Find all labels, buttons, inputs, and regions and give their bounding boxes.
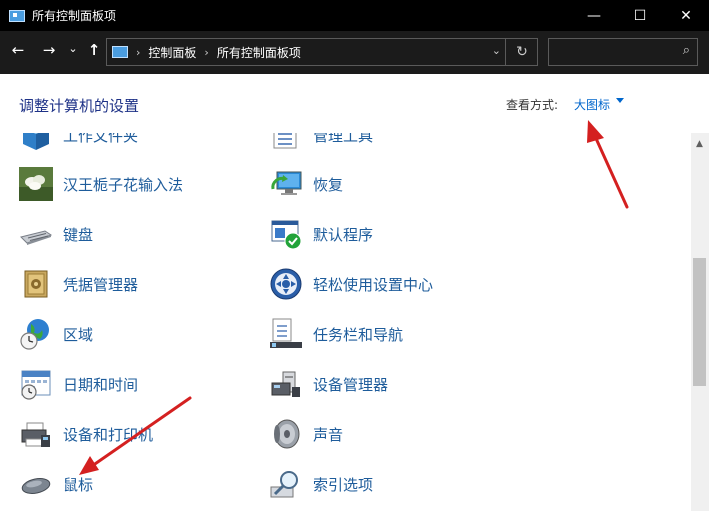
- chevron-down-icon[interactable]: ⌄: [492, 44, 501, 57]
- vertical-scrollbar[interactable]: ▲: [691, 133, 709, 511]
- close-button[interactable]: ✕: [663, 0, 709, 31]
- list-item[interactable]: 凭据管理器: [19, 266, 138, 302]
- calendar-clock-icon: [19, 367, 53, 401]
- breadcrumb-all-items[interactable]: 所有控制面板项: [217, 44, 301, 61]
- taskbar-icon: [269, 317, 303, 351]
- item-label: 工作文件夹: [63, 133, 139, 145]
- item-label: 索引选项: [313, 475, 374, 494]
- item-label: 声音: [313, 425, 344, 444]
- up-arrow-icon[interactable]: ↑: [84, 41, 104, 59]
- control-panel-icon: [9, 9, 25, 22]
- title-bar: 所有控制面板项 — ☐ ✕: [0, 0, 709, 31]
- maximize-button[interactable]: ☐: [617, 0, 663, 31]
- list-item[interactable]: 声音: [269, 416, 343, 452]
- scroll-up-icon[interactable]: ▲: [696, 139, 703, 149]
- refresh-icon[interactable]: ↻: [505, 39, 538, 65]
- recovery-icon: [269, 167, 303, 201]
- item-label: 键盘: [63, 225, 94, 244]
- list-item[interactable]: 任务栏和导航: [269, 316, 403, 352]
- list-item[interactable]: 区域: [19, 316, 93, 352]
- list-item[interactable]: 默认程序: [269, 216, 373, 252]
- list-item[interactable]: 管理工具: [269, 133, 373, 153]
- list-item[interactable]: 鼠标: [19, 466, 93, 502]
- breadcrumb-separator: ›: [136, 45, 141, 59]
- window-title: 所有控制面板项: [32, 9, 117, 23]
- recent-locations-icon[interactable]: ⌄: [63, 42, 83, 55]
- speaker-icon: [269, 417, 303, 451]
- list-item[interactable]: 恢复: [269, 166, 343, 202]
- item-label: 设备和打印机: [63, 425, 154, 444]
- device-manager-icon: [269, 367, 303, 401]
- list-item[interactable]: 设备管理器: [269, 366, 388, 402]
- list-item[interactable]: 键盘: [19, 216, 93, 252]
- credential-safe-icon: [19, 267, 53, 301]
- breadcrumb-control-panel[interactable]: 控制面板: [148, 44, 196, 61]
- list-item[interactable]: 工作文件夹: [19, 133, 138, 153]
- address-bar[interactable]: › 控制面板 › 所有控制面板项 ⌄ ↻: [106, 38, 538, 66]
- indexing-icon: [269, 467, 303, 501]
- item-label: 恢复: [313, 175, 344, 194]
- item-label: 日期和时间: [63, 375, 139, 394]
- page-title: 调整计算机的设置: [19, 97, 140, 115]
- list-item[interactable]: 设备和打印机: [19, 416, 153, 452]
- list-item[interactable]: 索引选项: [269, 466, 373, 502]
- mouse-icon: [19, 467, 53, 501]
- item-label: 默认程序: [313, 225, 374, 244]
- control-panel-icon: [112, 46, 128, 58]
- minimize-button[interactable]: —: [571, 0, 617, 31]
- forward-arrow-icon[interactable]: →: [39, 41, 59, 59]
- printer-icon: [19, 417, 53, 451]
- view-by-dropdown[interactable]: 大图标: [574, 96, 610, 113]
- keyboard-icon: [19, 217, 53, 251]
- item-label: 鼠标: [63, 475, 94, 494]
- item-label: 轻松使用设置中心: [313, 275, 434, 294]
- admin-tools-icon: [269, 133, 303, 152]
- item-label: 管理工具: [313, 133, 374, 145]
- search-icon: ⌕: [682, 43, 690, 58]
- item-label: 汉王栀子花输入法: [63, 175, 184, 194]
- list-item[interactable]: 汉王栀子花输入法: [19, 166, 183, 202]
- item-label: 凭据管理器: [63, 275, 139, 294]
- back-arrow-icon[interactable]: ←: [8, 41, 28, 59]
- search-input[interactable]: ⌕: [548, 38, 698, 66]
- globe-clock-icon: [19, 317, 53, 351]
- default-programs-icon: [269, 217, 303, 251]
- breadcrumb-separator: ›: [204, 45, 209, 59]
- view-by-label: 查看方式:: [506, 98, 559, 112]
- scrollbar-thumb[interactable]: [693, 258, 706, 386]
- caret-down-icon[interactable]: [616, 98, 624, 103]
- gardenia-flower-icon: [19, 167, 53, 201]
- list-item[interactable]: 轻松使用设置中心: [269, 266, 433, 302]
- item-label: 设备管理器: [313, 375, 389, 394]
- list-item[interactable]: 日期和时间: [19, 366, 138, 402]
- navigation-bar: ← → ⌄ ↑ › 控制面板 › 所有控制面板项 ⌄ ↻ ⌕: [0, 31, 709, 74]
- work-folders-icon: [19, 133, 53, 152]
- control-panel-items: 工作文件夹 汉王栀子花输入法 键盘 凭据管理器 区域 日期和时间 设备和打印机 …: [0, 133, 691, 511]
- item-label: 任务栏和导航: [313, 325, 404, 344]
- window-controls: — ☐ ✕: [571, 0, 709, 31]
- item-label: 区域: [63, 325, 94, 344]
- ease-of-access-icon: [269, 267, 303, 301]
